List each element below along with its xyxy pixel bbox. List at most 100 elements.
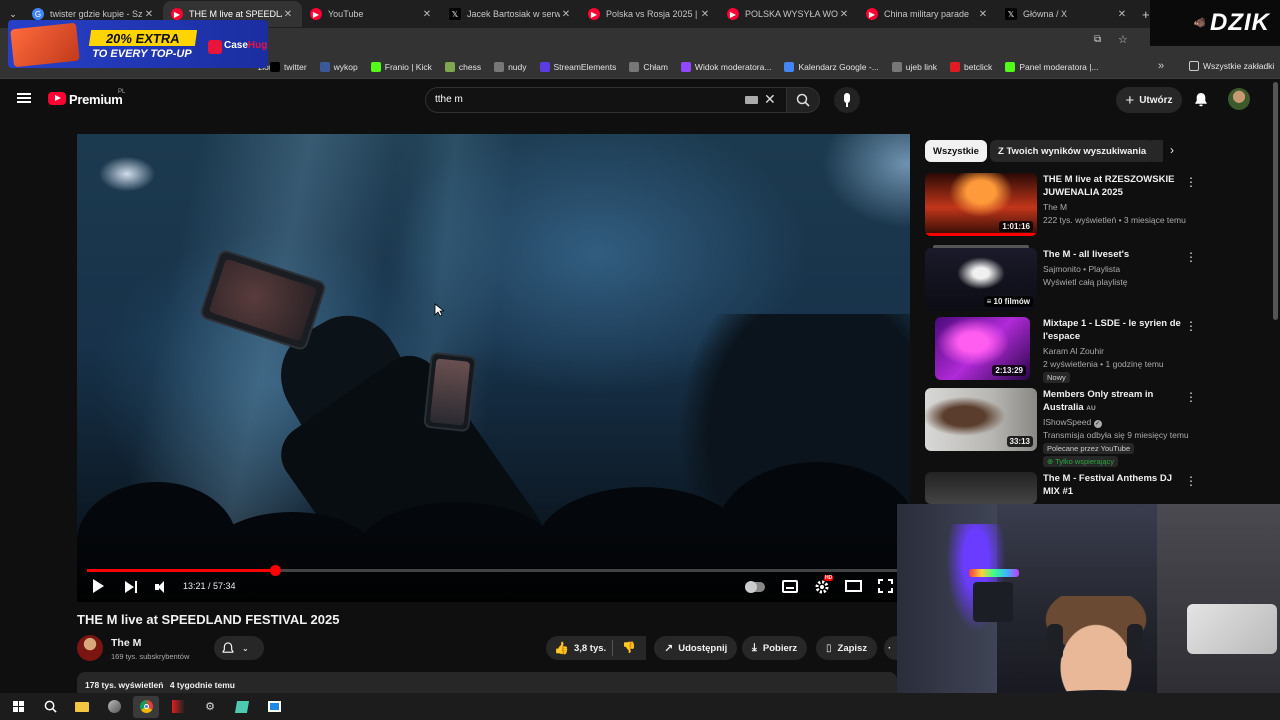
recommendation-item[interactable]: 1:01:16 THE M live at RZESZOWSKIE JUWENA… bbox=[925, 173, 1225, 243]
app-icon[interactable] bbox=[101, 696, 127, 718]
recommendation-channel[interactable]: Sajmonito • Playlista bbox=[1043, 263, 1120, 276]
search-input[interactable]: tthe m bbox=[435, 94, 463, 105]
windows-start-icon[interactable] bbox=[5, 696, 31, 718]
browser-tab[interactable]: 𝕏 Jacek Bartosiak w serwisie✕ bbox=[441, 1, 580, 27]
browser-tab[interactable]: ▶ POLSKA WYSYŁA WOJSK✕ bbox=[719, 1, 858, 27]
browser-tab[interactable]: 𝕏 Główna / X ✕ bbox=[997, 1, 1136, 27]
play-icon[interactable] bbox=[93, 579, 104, 593]
more-options-icon[interactable]: ⋮ bbox=[1185, 474, 1197, 488]
recommendation-item[interactable]: ≡ 10 filmów The M - all liveset's Sajmon… bbox=[925, 245, 1225, 312]
keyboard-icon[interactable] bbox=[745, 96, 758, 104]
video-thumbnail[interactable]: 1:01:16 bbox=[925, 173, 1037, 236]
youtube-logo-text[interactable]: Premium bbox=[69, 92, 123, 107]
recommendation-title[interactable]: Members Only stream in Australia AU bbox=[1043, 388, 1183, 415]
bookmarks-more-button[interactable]: » bbox=[1158, 60, 1164, 72]
theater-mode-icon[interactable] bbox=[845, 580, 862, 592]
channel-avatar[interactable] bbox=[77, 635, 103, 661]
close-tab-icon[interactable]: ✕ bbox=[560, 9, 572, 20]
chip-from-search[interactable]: Z Twoich wyników wyszukiwania bbox=[990, 140, 1155, 162]
fullscreen-icon[interactable] bbox=[878, 579, 893, 593]
bookmark-item[interactable]: ujeb link bbox=[891, 61, 937, 72]
recommendation-item[interactable]: The M - Festival Anthems DJ MIX #1 ⋮ bbox=[925, 472, 1225, 504]
more-options-icon[interactable]: ⋮ bbox=[1185, 250, 1197, 264]
search-icon[interactable] bbox=[37, 696, 63, 718]
all-bookmarks-button[interactable]: Wszystkie zakładki bbox=[1189, 61, 1274, 71]
new-tab-button[interactable]: + bbox=[1142, 7, 1150, 22]
browser-tab[interactable]: ▶ China military parade ✕ bbox=[858, 1, 997, 27]
video-thumbnail[interactable]: 33:13 bbox=[925, 388, 1037, 451]
chevron-right-icon[interactable]: › bbox=[1170, 143, 1174, 157]
search-box[interactable]: tthe m ✕ bbox=[425, 87, 788, 113]
save-button[interactable]: ▯ Zapisz bbox=[816, 636, 878, 660]
recommendation-title[interactable]: Mixtape 1 - LSDE - le syrien de l'espace bbox=[1043, 317, 1183, 343]
bookmark-item[interactable]: StreamElements bbox=[539, 61, 616, 72]
recommendation-channel[interactable]: IShowSpeed ✓ bbox=[1043, 416, 1102, 429]
recommendation-title[interactable]: THE M live at RZESZOWSKIE JUWENALIA 2025 bbox=[1043, 173, 1183, 199]
bookmark-star-icon[interactable]: ☆ bbox=[1118, 33, 1132, 47]
youtube-logo-icon[interactable] bbox=[48, 92, 66, 105]
close-tab-icon[interactable]: ✕ bbox=[282, 9, 294, 20]
recommendation-channel[interactable]: The M bbox=[1043, 201, 1067, 214]
recommendation-item[interactable]: 33:13 Members Only stream in Australia A… bbox=[925, 388, 1225, 468]
chip-all[interactable]: Wszystkie bbox=[925, 140, 987, 162]
video-player[interactable]: 13:21 / 57:34 HD bbox=[77, 134, 910, 602]
browser-tab[interactable]: ▶ Polska vs Rosja 2025 | Por✕ bbox=[580, 1, 719, 27]
close-tab-icon[interactable]: ✕ bbox=[421, 9, 433, 20]
video-thumbnail[interactable]: 2:13:29 bbox=[935, 317, 1030, 380]
bookmark-item[interactable]: chess bbox=[444, 61, 481, 72]
page-scrollbar[interactable] bbox=[1273, 82, 1278, 320]
notification-bell-button[interactable]: ⌄ bbox=[214, 636, 264, 660]
bookmark-item[interactable]: Widok moderatora... bbox=[680, 61, 771, 72]
description-box[interactable]: 178 tys. wyświetleń 4 tygodnie temu bbox=[77, 672, 897, 693]
app-icon[interactable] bbox=[165, 696, 191, 718]
app-icon[interactable] bbox=[229, 696, 255, 718]
search-button[interactable] bbox=[786, 87, 820, 113]
avatar[interactable] bbox=[1228, 88, 1250, 110]
subtitles-icon[interactable] bbox=[782, 580, 798, 593]
more-options-icon[interactable]: ⋮ bbox=[1185, 319, 1197, 333]
playlist-thumbnail[interactable]: ≡ 10 filmów bbox=[925, 248, 1037, 311]
close-tab-icon[interactable]: ✕ bbox=[143, 9, 155, 20]
close-tab-icon[interactable]: ✕ bbox=[838, 9, 850, 20]
menu-icon[interactable] bbox=[17, 93, 31, 103]
download-button[interactable]: ⤓ Pobierz bbox=[742, 636, 808, 660]
more-options-icon[interactable]: ⋮ bbox=[1185, 175, 1197, 189]
recommendation-item[interactable]: 2:13:29 Mixtape 1 - LSDE - le syrien de … bbox=[925, 317, 1225, 385]
casehug-ad-banner[interactable]: 20% EXTRA TO EVERY TOP-UP CaseHug bbox=[8, 20, 268, 68]
video-thumbnail[interactable] bbox=[925, 472, 1037, 504]
clear-search-icon[interactable]: ✕ bbox=[764, 91, 776, 108]
bookmark-item[interactable]: Chłam bbox=[629, 61, 668, 72]
volume-icon[interactable] bbox=[155, 580, 171, 594]
bookmark-item[interactable]: Kalendarz Google -... bbox=[784, 61, 879, 72]
bookmark-item[interactable]: betclick bbox=[949, 61, 992, 72]
app-window-icon[interactable] bbox=[261, 696, 287, 718]
voice-search-button[interactable] bbox=[834, 87, 860, 113]
bookmark-item[interactable]: Panel moderatora |... bbox=[1005, 61, 1099, 72]
browser-tab[interactable]: ▶ YouTube ✕ bbox=[302, 1, 441, 27]
more-options-icon[interactable]: ⋮ bbox=[1185, 390, 1197, 404]
dislike-button[interactable]: 👎 bbox=[622, 641, 636, 654]
settings-gear-icon[interactable]: ⚙ bbox=[197, 696, 223, 718]
autoplay-toggle[interactable] bbox=[745, 581, 765, 593]
close-tab-icon[interactable]: ✕ bbox=[977, 9, 989, 20]
install-app-icon[interactable]: ⧉ bbox=[1094, 34, 1108, 48]
close-tab-icon[interactable]: ✕ bbox=[1116, 9, 1128, 20]
bookmark-item[interactable]: wykop bbox=[319, 61, 358, 72]
chip-partial[interactable] bbox=[1147, 140, 1163, 162]
bookmark-item[interactable]: Franio | Kick bbox=[370, 61, 432, 72]
next-button[interactable] bbox=[125, 580, 139, 594]
recommendation-channel[interactable]: Karam Al Zouhir bbox=[1043, 345, 1104, 358]
notifications-button[interactable] bbox=[1194, 92, 1208, 107]
channel-name[interactable]: The M bbox=[111, 637, 141, 649]
recommendation-title[interactable]: The M - Festival Anthems DJ MIX #1 bbox=[1043, 472, 1183, 498]
settings-button[interactable]: HD bbox=[814, 575, 834, 595]
bookmark-item[interactable]: twitter bbox=[270, 61, 307, 72]
file-explorer-icon[interactable] bbox=[69, 696, 95, 718]
chrome-icon[interactable] bbox=[133, 695, 159, 718]
view-playlist-link[interactable]: Wyświetl całą playlistę bbox=[1043, 276, 1127, 289]
recommendation-title[interactable]: The M - all liveset's bbox=[1043, 248, 1183, 261]
more-actions-button[interactable]: · bbox=[884, 636, 898, 660]
create-button[interactable]: + Utwórz bbox=[1116, 87, 1182, 113]
share-button[interactable]: ↗ Udostępnij bbox=[654, 636, 738, 660]
bookmark-item[interactable]: nudy bbox=[494, 61, 527, 72]
